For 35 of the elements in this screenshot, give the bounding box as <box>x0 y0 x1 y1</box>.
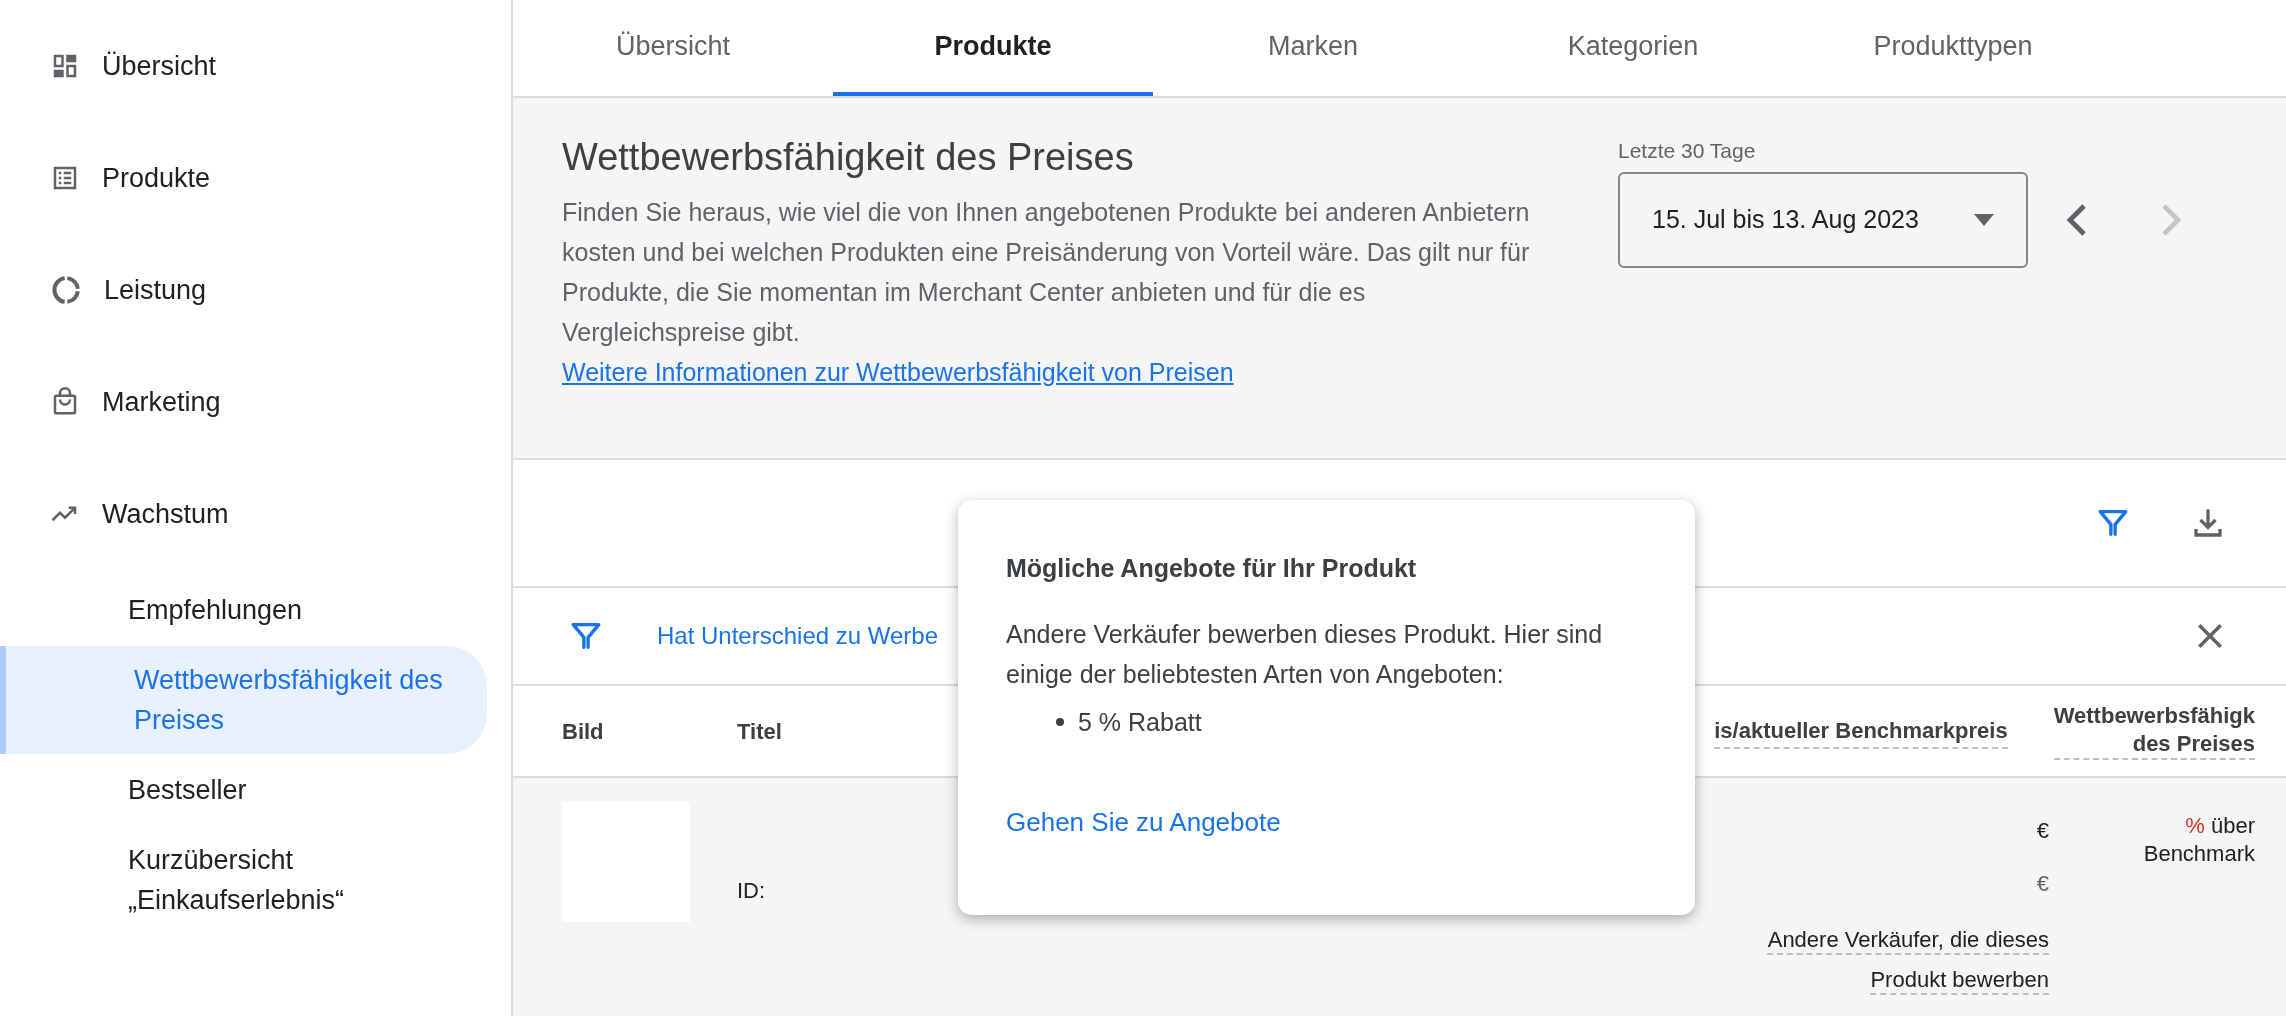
date-range-dropdown[interactable]: 15. Jul bis 13. Aug 2023 <box>1618 172 2028 268</box>
learn-more-link[interactable]: Weitere Informationen zur Wettbewerbsfähigkeit von Preisen <box>562 352 1234 392</box>
tab[interactable]: Übersicht <box>513 0 833 96</box>
sidebar-item[interactable]: Marketing <box>0 362 511 442</box>
sidebar-subitem[interactable]: Empfehlungen <box>0 576 487 644</box>
column-header: is/aktueller Benchmarkpreis <box>1714 713 2008 749</box>
popover-title: Mögliche Angebote für Ihr Produkt <box>1006 553 1418 584</box>
caret-icon <box>1974 214 1994 226</box>
sidebar-subitem[interactable]: Wettbewerbsfähigkeit des Preises <box>0 646 487 754</box>
offer-type: 5 % Rabatt <box>1078 706 1202 738</box>
product-id: ID: <box>737 877 766 905</box>
other-sellers-link[interactable]: Andere Verkäufer, die dieses Produkt bewerben <box>1739 920 2049 1000</box>
sidebar-item[interactable]: Produkte <box>0 138 511 218</box>
column-header: Wettbewerbsfähigk des Preises <box>2053 702 2255 760</box>
column-header: Titel <box>737 717 783 746</box>
ring-icon <box>50 274 82 306</box>
price-value: € <box>2036 817 2049 845</box>
tab[interactable]: Kategorien <box>1473 0 1793 96</box>
date-range-label: Letzte 30 Tage <box>1618 138 1757 164</box>
popover-text: Andere Verkäufer bewerben dieses Produkt. Hier sind einige der beliebtesten Arten von Angeboten: <box>1006 618 1604 690</box>
column-header: Bild <box>562 717 605 746</box>
sidebar-item[interactable]: Leistung <box>0 250 511 330</box>
tab[interactable]: Produkttypen <box>1793 0 2113 96</box>
sidebar-subitem[interactable]: Kurzübersicht „Einkaufserlebnis“ <box>0 826 487 934</box>
sidebar-item[interactable]: Wachstum <box>0 474 511 554</box>
competitiveness-value: % über Benchmark <box>2142 812 2255 868</box>
go-to-offers-link[interactable]: Gehen Sie zu Angebote <box>1006 803 1281 842</box>
benchmark-price: € <box>2036 870 2049 898</box>
sidebar-item[interactable]: Übersicht <box>0 26 511 106</box>
tab[interactable]: Produkte <box>833 0 1153 96</box>
filter-chip-text[interactable]: Hat Unterschied zu Werbe <box>657 618 938 654</box>
tab[interactable]: Marken <box>1153 0 1473 96</box>
page-title: Wettbewerbsfähigkeit des Preises <box>562 135 1135 180</box>
page-description: Finden Sie heraus, wie viel die von Ihnen angebotenen Produkte bei anderen Anbietern kosten und bei welchen Produkten eine Preisänderung von Vorteil wäre. Das gilt nur für Produkte, die Sie momentan im Merchant Center anbieten und für die es Vergleichspreise gibt. <box>562 197 1531 348</box>
sidebar-subitem[interactable]: Bestseller <box>0 756 487 824</box>
